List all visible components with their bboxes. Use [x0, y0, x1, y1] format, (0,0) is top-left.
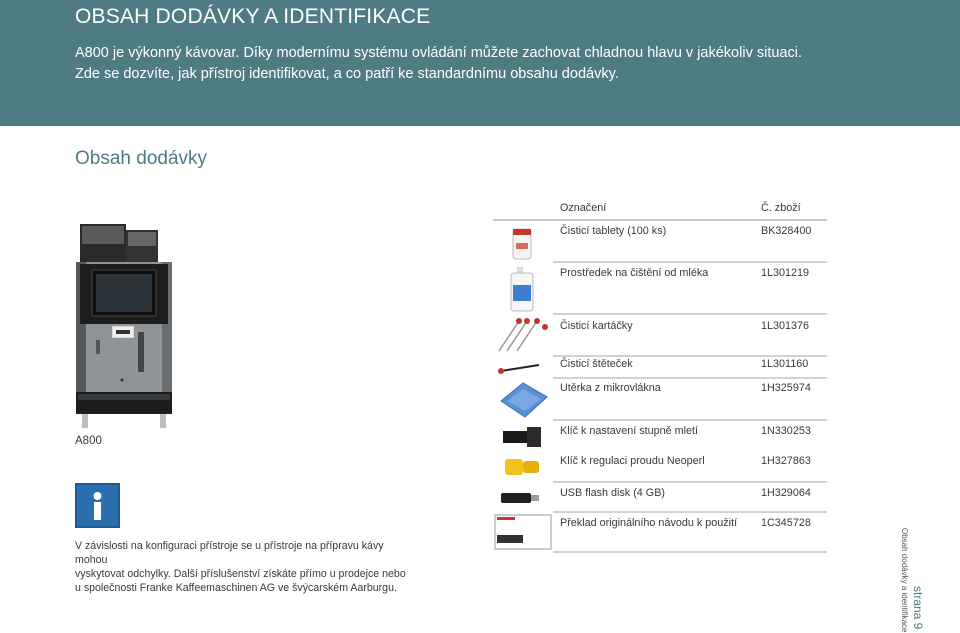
coffee-machine-illustration [76, 224, 172, 428]
cloth-icon [500, 382, 548, 418]
intro-text: A800 je výkonný kávovar. Díky modernímu … [75, 43, 935, 85]
item-code: 1L301219 [761, 267, 810, 279]
table-row: Klíč k regulaci proudu Neoperl 1H327863 [493, 451, 827, 483]
table-row: USB flash disk (4 GB) 1H329064 [493, 483, 827, 513]
item-name: Čisticí štěteček [560, 358, 633, 370]
item-code: 1L301376 [761, 320, 810, 332]
item-name: Prostředek na čištění od mléka [560, 267, 709, 279]
column-header-code: Č. zboží [761, 202, 801, 214]
machine-label: A800 [75, 435, 102, 447]
info-note-line-3: u společnosti Franke Kaffeemaschinen AG … [75, 582, 397, 594]
item-name: Překlad originálního návodu k použití [560, 517, 738, 529]
page-number: strana 9 [911, 586, 925, 630]
grinder-key-icon [503, 427, 541, 447]
row-divider [553, 551, 827, 553]
tablet-jar-icon [512, 228, 532, 260]
neoperl-key-icon [505, 459, 539, 475]
table-row: Čisticí kartáčky 1L301376 [493, 315, 827, 357]
item-code: 1H325974 [761, 382, 811, 394]
table-row: Čisticí štěteček 1L301160 [493, 357, 827, 379]
cleaner-bottle-icon [510, 267, 534, 312]
page-title: OBSAH DODÁVKY A IDENTIFIKACE [75, 5, 431, 28]
item-code: BK328400 [761, 225, 812, 237]
item-code: 1H329064 [761, 487, 811, 499]
table-row: Prostředek na čištění od mléka 1L301219 [493, 263, 827, 315]
brushes-icon [498, 318, 548, 352]
info-note-line-2: vyskytovat odchylky. Další příslušenství… [75, 568, 406, 580]
intro-line-2: Zde se dozvíte, jak přístroj identifikov… [75, 66, 619, 82]
info-icon [75, 483, 120, 528]
brush-icon [498, 364, 540, 374]
info-note: V závislosti na konfiguraci přístroje se… [75, 539, 415, 595]
item-name: Čisticí tablety (100 ks) [560, 225, 667, 237]
intro-line-1: A800 je výkonný kávovar. Díky modernímu … [75, 45, 802, 61]
table-row: Čisticí tablety (100 ks) BK328400 [493, 221, 827, 263]
info-note-line-1: V závislosti na konfiguraci přístroje se… [75, 540, 384, 566]
item-name: Klíč k regulaci proudu Neoperl [560, 455, 705, 467]
table-row: Klíč k nastavení stupně mletí 1N330253 [493, 421, 827, 451]
usb-stick-icon [501, 493, 539, 503]
section-title: Obsah dodávky [75, 148, 208, 169]
manual-icon [494, 514, 552, 550]
item-code: 1N330253 [761, 425, 811, 437]
column-header-name: Označení [560, 202, 607, 214]
item-code: 1H327863 [761, 455, 811, 467]
item-code: 1L301160 [761, 358, 809, 370]
item-name: Klíč k nastavení stupně mletí [560, 425, 699, 437]
item-name: Čisticí kartáčky [560, 320, 633, 332]
table-row: Překlad originálního návodu k použití 1C… [493, 513, 827, 553]
header-banner: OBSAH DODÁVKY A IDENTIFIKACE A800 je výk… [0, 0, 960, 126]
table-header: Označení Č. zboží [493, 199, 827, 219]
item-code: 1C345728 [761, 517, 811, 529]
table-row: Utěrka z mikrovlákna 1H325974 [493, 379, 827, 421]
item-name: Utěrka z mikrovlákna [560, 382, 661, 394]
item-name: USB flash disk (4 GB) [560, 487, 666, 499]
side-label: Obsah dodávky a identifikace [900, 528, 909, 633]
